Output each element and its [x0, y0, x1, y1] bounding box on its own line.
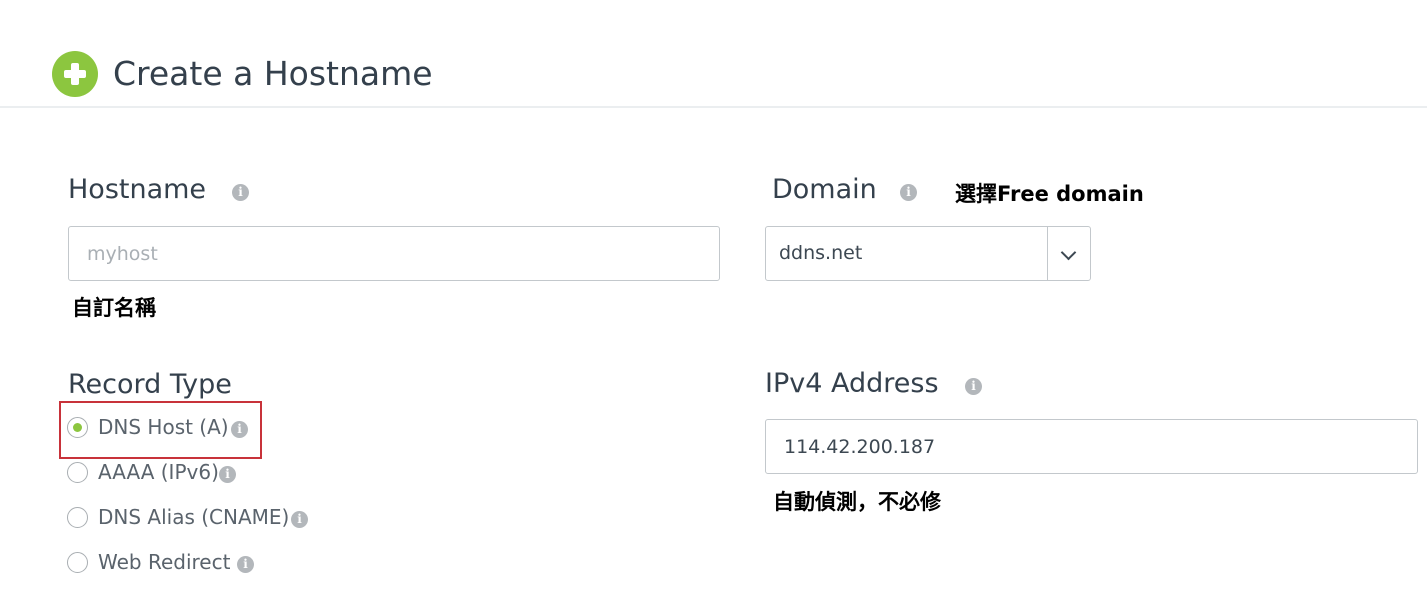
hostname-input[interactable]	[68, 226, 720, 281]
radio-button[interactable]	[67, 552, 88, 573]
ipv4-info-icon[interactable]: i	[965, 378, 982, 395]
radio-label[interactable]: DNS Alias (CNAME)	[98, 502, 289, 532]
page-header: Create a Hostname	[0, 0, 1427, 108]
domain-annotation: 選擇Free domain	[955, 182, 1144, 206]
hostname-annotation: 自訂名稱	[72, 296, 156, 320]
domain-info-icon[interactable]: i	[900, 184, 917, 201]
web-redirect-info-icon[interactable]: i	[237, 556, 254, 573]
radio-button[interactable]	[67, 507, 88, 528]
create-hostname-page: Create a Hostname Hostname i 自訂名稱 Domain…	[0, 0, 1427, 594]
plus-circle-icon	[52, 51, 98, 97]
domain-select-value: ddns.net	[779, 242, 863, 264]
ipv4-input[interactable]	[765, 419, 1418, 474]
ipv4-label: IPv4 Address	[765, 368, 939, 399]
aaaa-info-icon[interactable]: i	[219, 466, 236, 483]
page-title: Create a Hostname	[113, 54, 433, 93]
domain-select[interactable]: ddns.net	[765, 226, 1091, 281]
hostname-info-icon[interactable]: i	[232, 184, 249, 201]
radio-button[interactable]	[67, 462, 88, 483]
radio-label[interactable]: Web Redirect	[98, 547, 230, 577]
highlight-box	[59, 401, 262, 459]
header-divider	[0, 106, 1427, 108]
domain-label: Domain	[772, 174, 877, 205]
select-divider	[1047, 227, 1048, 280]
record-type-label: Record Type	[68, 369, 232, 400]
chevron-down-icon[interactable]	[1060, 244, 1077, 261]
dns-alias-info-icon[interactable]: i	[291, 511, 308, 528]
radio-label[interactable]: AAAA (IPv6)	[98, 457, 219, 487]
ipv4-annotation: 自動偵測，不必修	[773, 490, 941, 514]
hostname-label: Hostname	[68, 174, 207, 205]
